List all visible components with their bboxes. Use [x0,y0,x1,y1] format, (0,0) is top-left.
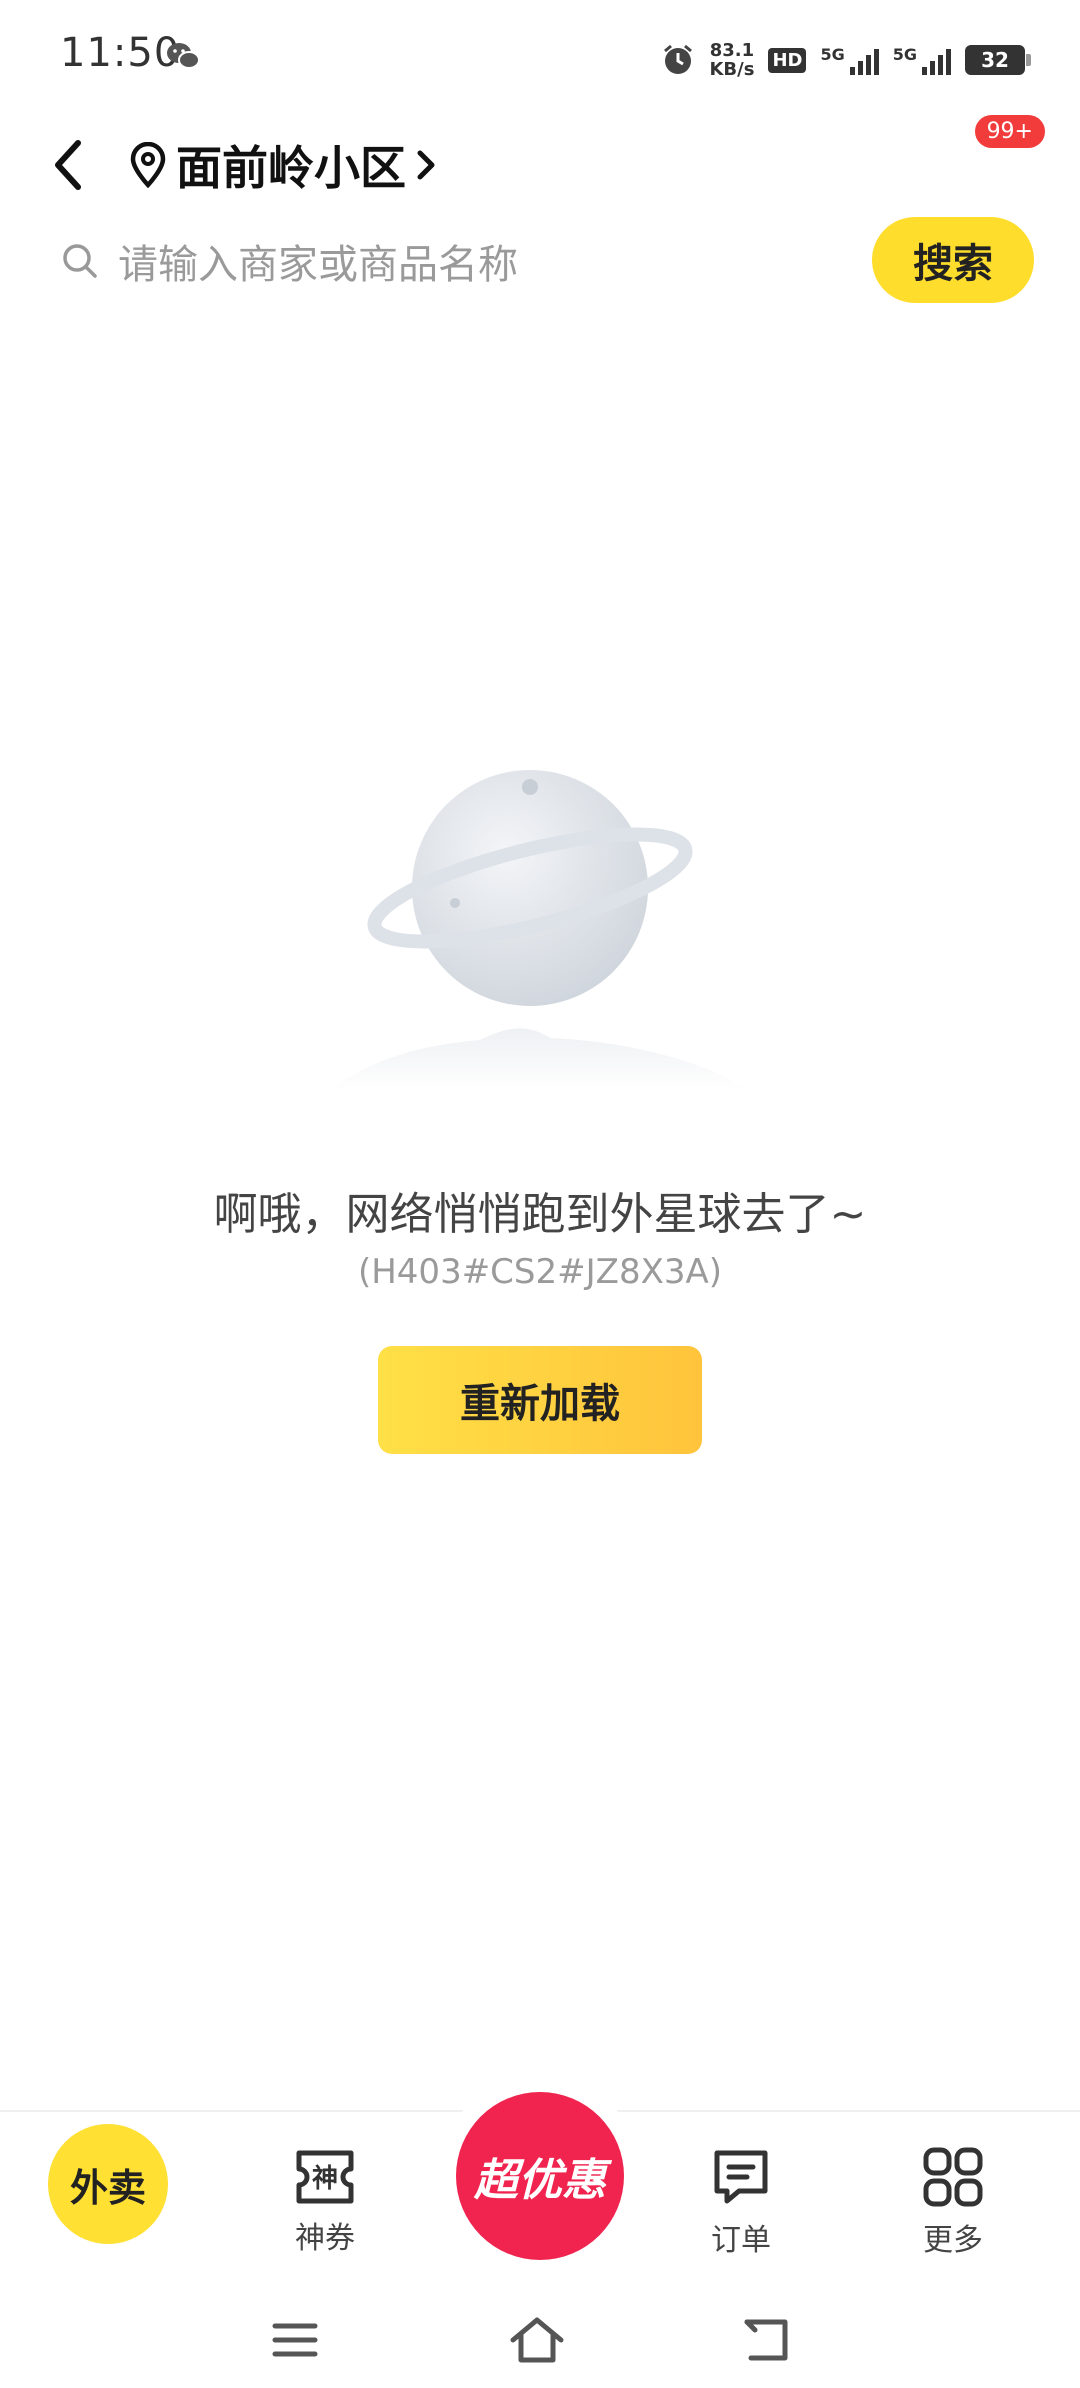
tab-orders-label: 订单 [711,2223,771,2258]
search-icon [63,244,97,278]
tab-super-deals-label: 超优惠 [474,2155,606,2206]
signal-5g-2-icon: 5G [893,45,951,75]
tab-orders[interactable]: 订单 [676,2112,806,2292]
top-header: 面前岭小区 99+ [0,115,1080,215]
error-code: (H403#CS2#JZ8X3A) [357,1252,723,1292]
nav-home-button[interactable] [502,2310,572,2370]
wechat-icon [167,43,200,69]
notification-badge[interactable]: 99+ [974,115,1045,148]
battery-level: 32 [981,48,1009,72]
alarm-icon [664,44,693,74]
battery-icon: 32 [965,45,1031,75]
network-speed-unit: KB/s [709,59,755,80]
grid-icon [923,2147,983,2207]
home-icon [510,2317,564,2363]
tab-coupons[interactable]: 神 神券 [260,2112,390,2292]
chevron-left-icon [55,140,81,190]
back-arrow-icon [744,2319,788,2361]
status-time: 11:50 [60,30,181,76]
search-placeholder: 请输入商家或商品名称 [118,242,518,288]
status-icons: 83.1 KB/s HD 5G 5G 32 [661,35,1031,85]
nav-menu-button[interactable] [260,2310,330,2370]
tab-more[interactable]: 更多 [888,2112,1018,2292]
tab-more-label: 更多 [923,2223,983,2258]
location-selector[interactable]: 面前岭小区 [128,125,438,205]
back-button[interactable] [38,125,98,205]
reload-button[interactable]: 重新加载 [378,1346,702,1454]
tab-waimai-label: 外卖 [69,2165,146,2210]
menu-icon [272,2323,318,2357]
location-pin-icon [130,142,166,188]
search-input[interactable]: 请输入商家或商品名称 [60,223,840,299]
system-nav-bar [0,2290,1080,2388]
signal-2-label: 5G [892,45,917,64]
orders-icon [714,2150,768,2204]
tab-coupons-label: 神券 [295,2221,355,2256]
nav-back-button[interactable] [732,2310,802,2370]
chevron-right-icon [417,150,435,180]
app-page: 11:50 83.1 KB/s HD 5G 5G 32 面前岭小区 99+ 请输… [0,0,1080,2388]
search-bar: 请输入商家或商品名称 搜索 [0,215,1080,305]
coupon-icon: 神 [296,2150,354,2204]
hd-icon: HD [768,47,807,73]
coupon-icon-glyph: 神 [312,2164,338,2194]
tab-super-deals[interactable]: 超优惠 [456,2092,624,2260]
error-message: 啊哦，网络悄悄跑到外星球去了~ [213,1189,867,1240]
signal-1-label: 5G [820,45,845,64]
status-bar: 11:50 83.1 KB/s HD 5G 5G 32 [0,0,1080,115]
network-speed: 83.1 KB/s [709,41,754,79]
planet-illustration [330,770,750,1090]
tab-waimai[interactable]: 外卖 [48,2124,168,2244]
signal-5g-1-icon: 5G [820,45,879,75]
location-name: 面前岭小区 [176,141,406,195]
network-speed-value: 83.1 [709,40,755,61]
bottom-tabbar: 外卖 神 神券 超优惠 订单 更多 [0,2072,1080,2292]
search-button[interactable]: 搜索 [872,217,1034,303]
